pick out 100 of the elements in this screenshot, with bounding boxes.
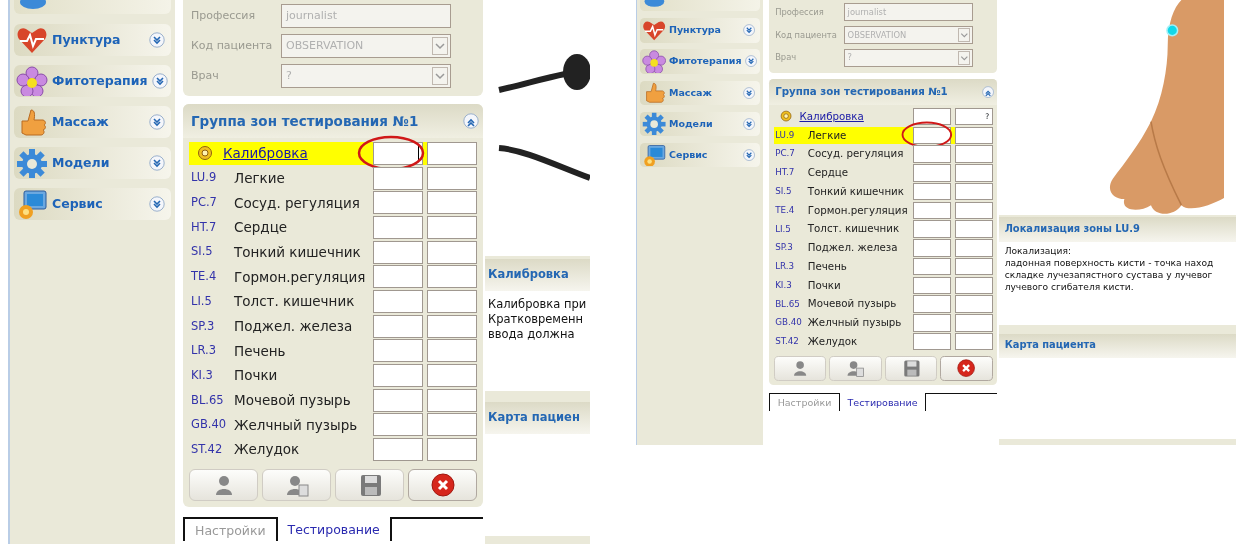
value-field[interactable] xyxy=(954,201,993,220)
expand-icon[interactable] xyxy=(743,117,756,130)
value-field[interactable] xyxy=(913,164,952,182)
value-field[interactable] xyxy=(954,276,993,295)
value-field[interactable] xyxy=(913,220,952,238)
sidebar-item[interactable]: Фитотерапия xyxy=(14,65,171,97)
value-field[interactable] xyxy=(427,141,477,165)
save-button[interactable] xyxy=(884,356,938,381)
value-field[interactable] xyxy=(427,191,477,215)
value-field[interactable]: ? xyxy=(954,107,993,126)
value-field[interactable] xyxy=(427,215,477,239)
zone-row[interactable]: ST.42 Желудок xyxy=(773,333,993,351)
calibration-link[interactable]: Калибровка xyxy=(799,108,864,125)
toolbar-button[interactable] xyxy=(189,468,258,501)
value-field[interactable] xyxy=(913,295,952,313)
value-field[interactable] xyxy=(913,239,952,257)
value-field[interactable] xyxy=(427,314,477,338)
sidebar-item[interactable]: Сервис xyxy=(640,142,760,168)
zone-row[interactable]: KI.3 Почки xyxy=(189,364,477,387)
sidebar-item[interactable]: Пунктура xyxy=(14,24,171,56)
expand-icon[interactable] xyxy=(743,24,756,37)
sidebar-item[interactable] xyxy=(14,0,171,14)
value-field[interactable] xyxy=(954,220,993,238)
value-field[interactable] xyxy=(954,126,993,144)
expand-icon[interactable] xyxy=(149,155,165,171)
value-field[interactable] xyxy=(427,388,477,412)
value-field[interactable] xyxy=(954,332,993,351)
zone-row[interactable]: TE.4 Гормон.регуляция xyxy=(773,201,993,219)
expand-icon[interactable] xyxy=(743,148,756,161)
sidebar-item[interactable]: Массаж xyxy=(640,80,760,105)
expand-icon[interactable] xyxy=(149,114,165,130)
close-button[interactable] xyxy=(408,468,477,501)
value-field[interactable] xyxy=(954,145,993,163)
zone-row[interactable]: LR.3 Печень xyxy=(189,339,477,363)
zone-row[interactable]: GB.40 Желчный пузырь xyxy=(189,413,477,437)
value-field[interactable] xyxy=(373,314,423,338)
toolbar-button[interactable] xyxy=(773,356,827,381)
value-field[interactable] xyxy=(954,257,993,276)
zone-row[interactable]: LI.5 Толст. кишечник xyxy=(189,290,477,313)
zone-row[interactable]: SI.5 Тонкий кишечник xyxy=(773,182,993,201)
zone-row[interactable]: LI.5 Толст. кишечник xyxy=(773,220,993,238)
zone-row[interactable]: TE.4 Гормон.регуляция xyxy=(189,265,477,289)
value-field[interactable] xyxy=(373,438,423,462)
calibration-link[interactable]: Калибровка xyxy=(223,143,308,164)
toolbar-button[interactable] xyxy=(262,468,331,501)
value-field[interactable] xyxy=(913,257,952,276)
value-field[interactable] xyxy=(373,166,423,190)
tab[interactable]: Тестирование xyxy=(839,392,926,412)
value-field[interactable] xyxy=(373,215,423,239)
sidebar-item[interactable]: Сервис xyxy=(14,188,171,220)
value-field[interactable] xyxy=(427,166,477,190)
zone-row[interactable]: SP.3 Поджел. железа xyxy=(189,314,477,338)
value-field[interactable] xyxy=(373,413,423,437)
zone-row[interactable]: KI.3 Почки xyxy=(773,276,993,294)
expand-icon[interactable] xyxy=(151,73,168,89)
value-field[interactable] xyxy=(913,145,952,163)
save-button[interactable] xyxy=(335,468,404,501)
value-field[interactable] xyxy=(373,240,423,264)
zone-row[interactable]: PC.7 Сосуд. регуляция xyxy=(773,145,993,163)
zone-row[interactable]: PC.7 Сосуд. регуляция xyxy=(189,191,477,215)
close-button[interactable] xyxy=(940,356,993,381)
zone-row[interactable]: Калибровка ? xyxy=(773,107,993,126)
zone-row[interactable]: LR.3 Печень xyxy=(773,257,993,276)
value-field[interactable] xyxy=(913,314,952,332)
value-field[interactable] xyxy=(954,314,993,332)
value-field[interactable] xyxy=(373,191,423,215)
zone-row[interactable]: BL.65 Мочевой пузырь xyxy=(189,388,477,412)
value-field[interactable] xyxy=(373,388,423,412)
zone-row[interactable]: SP.3 Поджел. железа xyxy=(773,239,993,257)
sidebar-item[interactable]: Фитотерапия xyxy=(640,49,760,74)
zone-row[interactable]: GB.40 Желчный пузырь xyxy=(773,314,993,332)
value-field[interactable] xyxy=(427,240,477,264)
tab[interactable]: Тестирование xyxy=(277,516,390,541)
collapse-icon[interactable] xyxy=(463,113,479,129)
expand-icon[interactable] xyxy=(743,86,756,99)
value-field[interactable] xyxy=(373,289,423,313)
value-field[interactable] xyxy=(913,182,952,201)
zone-row[interactable]: LU.9 Легкие xyxy=(189,166,477,190)
zone-row[interactable]: HT.7 Сердце xyxy=(189,216,477,239)
zone-row[interactable]: Калибровка xyxy=(189,142,477,165)
expand-icon[interactable] xyxy=(744,55,757,68)
expand-icon[interactable] xyxy=(149,32,165,48)
value-field[interactable] xyxy=(427,413,477,437)
sidebar-item[interactable] xyxy=(640,0,760,11)
value-field[interactable] xyxy=(913,276,952,295)
value-field[interactable] xyxy=(954,182,993,201)
value-field[interactable] xyxy=(373,364,423,388)
value-field[interactable] xyxy=(954,164,993,182)
sidebar-item[interactable]: Модели xyxy=(14,147,171,179)
value-field[interactable] xyxy=(373,265,423,289)
value-field[interactable] xyxy=(427,438,477,462)
sidebar-item[interactable]: Пунктура xyxy=(640,18,760,43)
expand-icon[interactable] xyxy=(149,196,165,212)
value-field[interactable] xyxy=(913,332,952,351)
sidebar-item[interactable]: Модели xyxy=(640,111,760,136)
value-field[interactable] xyxy=(427,364,477,388)
value-field[interactable] xyxy=(913,107,952,126)
value-field[interactable] xyxy=(913,126,952,144)
zone-row[interactable]: LU.9 Легкие xyxy=(773,126,993,144)
value-field[interactable] xyxy=(954,239,993,257)
